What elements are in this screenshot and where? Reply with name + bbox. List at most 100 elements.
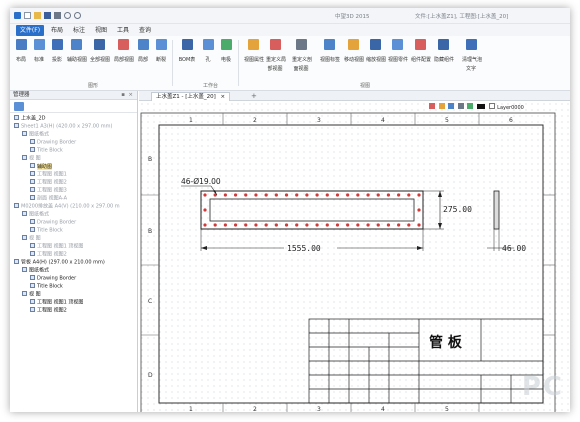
layer-icon[interactable] xyxy=(488,103,495,109)
projection-button[interactable]: 投影 xyxy=(48,39,66,63)
tree-item[interactable]: 图纸格式 xyxy=(22,267,49,274)
redefine-section-button[interactable]: 重定义剖 面视图 xyxy=(292,39,312,72)
filter-icon[interactable] xyxy=(438,103,445,109)
tree-item[interactable]: 工程图 视图1 顶视图 xyxy=(30,299,83,306)
panel-title: 管理器 xyxy=(13,92,30,98)
hole-button[interactable]: 孔 xyxy=(199,39,217,63)
tree-item[interactable]: 视 图 xyxy=(22,235,41,242)
column-label: 5 xyxy=(445,406,449,412)
hide-component-button[interactable]: 隐藏组件 xyxy=(434,39,455,63)
hole-mark xyxy=(223,193,227,197)
hide-component-label: 隐藏组件 xyxy=(434,57,455,63)
all-views-button[interactable]: 全部视图 xyxy=(90,39,110,63)
redefine-section-icon xyxy=(295,39,307,50)
color-swatch-icon[interactable] xyxy=(476,104,485,109)
tree-item[interactable]: Drawing Border xyxy=(30,275,76,282)
print-icon[interactable] xyxy=(54,12,61,19)
detail-view-button[interactable]: 局部视图 xyxy=(114,39,134,63)
panel-close-icon[interactable]: × xyxy=(128,91,133,100)
undo-icon[interactable] xyxy=(64,12,71,19)
tree-item[interactable]: Title Block xyxy=(30,227,63,234)
scale-view-button[interactable]: 缩放视图 xyxy=(366,39,386,63)
tree-item[interactable]: 剖面 视图A-A xyxy=(30,195,67,202)
tree-item[interactable]: 工程图 视图3 xyxy=(30,187,67,194)
hole-mark xyxy=(407,223,411,227)
save-icon[interactable] xyxy=(44,12,51,19)
view-icon[interactable] xyxy=(457,103,464,109)
tree-item[interactable]: 工程图 视图2 xyxy=(30,179,67,186)
tree-item[interactable]: M0200排放盖 A4(V) (210.00 x 297.00 m xyxy=(14,203,120,210)
quick-access-dropdown-icon[interactable] xyxy=(84,12,92,19)
tree-item[interactable]: 上水盖_2D xyxy=(14,115,46,122)
tab-layout[interactable]: 布局 xyxy=(48,25,66,36)
tree-item[interactable]: 工程图 视图1 xyxy=(30,171,67,178)
drawing-canvas[interactable]: Layer0000 1 2 3 4 5 6 1 2 3 4 5 B B C D … xyxy=(139,101,570,412)
watermark-logo: PC xyxy=(521,372,564,402)
tree-item[interactable]: 工程图 视图2 xyxy=(30,307,67,314)
tree-item[interactable]: 图纸格式 xyxy=(22,131,49,138)
view-part-button[interactable]: 视图零件 xyxy=(388,39,408,63)
tab-annotate[interactable]: 标注 xyxy=(70,25,88,36)
document-tab[interactable]: 上水盖Z1 - [上水盖_20] × xyxy=(151,92,231,101)
height-dimension[interactable]: 275.00 xyxy=(423,190,472,230)
close-icon[interactable]: × xyxy=(221,94,226,100)
tube-plate-front-view[interactable] xyxy=(200,190,424,230)
length-dimension[interactable]: 1555.00 xyxy=(200,229,424,253)
tree-item-label: 视 图 xyxy=(29,235,41,242)
hole-mark xyxy=(213,223,217,227)
tree-item[interactable]: Title Block xyxy=(30,283,63,290)
hole-mark xyxy=(203,223,207,227)
sheet-icon xyxy=(14,123,19,128)
hole-mark xyxy=(244,223,248,227)
bom-button[interactable]: BOM表 xyxy=(178,39,196,63)
partial-button[interactable]: 局部 xyxy=(134,39,152,63)
aux-view-button[interactable]: 辅助视图 xyxy=(67,39,87,63)
open-folder-icon[interactable] xyxy=(34,12,41,19)
redo-icon[interactable] xyxy=(74,12,81,19)
tab-tools[interactable]: 工具 xyxy=(114,25,132,36)
move-view-button[interactable]: 移动视图 xyxy=(344,39,364,63)
pick-icon[interactable] xyxy=(448,103,455,109)
assembly-tree-icon[interactable] xyxy=(14,102,24,111)
break-button[interactable]: 断裂 xyxy=(152,39,170,63)
tree-item[interactable]: Sheet1 A3(H) (420.00 x 297.00 mm) xyxy=(14,123,112,130)
tree-item[interactable]: Title Block xyxy=(30,147,63,154)
column-label: 2 xyxy=(253,117,257,124)
tree-item[interactable]: 工程图 视图2 xyxy=(30,251,67,258)
redefine-local-button[interactable]: 重定义局 部视图 xyxy=(266,39,286,72)
tree-item[interactable]: 工程图 视图1 顶视图 xyxy=(30,243,83,250)
new-file-icon[interactable] xyxy=(24,12,31,19)
tube-plate-side-view[interactable]: 46.00 xyxy=(487,190,526,253)
tree-item[interactable]: 辅助图 xyxy=(30,163,53,170)
tree-item[interactable]: 视 图 xyxy=(22,155,41,162)
layout-button[interactable]: 布局 xyxy=(12,39,30,63)
view-label-button[interactable]: 视图标签 xyxy=(320,39,341,63)
hide-icon[interactable] xyxy=(467,103,474,109)
view-icon xyxy=(30,283,35,288)
panel-pin-icon[interactable]: ▪ xyxy=(121,91,125,100)
tree-item[interactable]: Drawing Border xyxy=(30,219,76,226)
tab-query[interactable]: 查询 xyxy=(136,25,154,36)
cleanup-balloon-button[interactable]: 清理气泡 文字 xyxy=(462,39,482,72)
assembly-config-button[interactable]: 组件配置 xyxy=(411,39,431,63)
view-props-button[interactable]: 视图属性 xyxy=(244,39,264,63)
layout-label: 布局 xyxy=(15,57,26,63)
tree-item-label: Title Block xyxy=(37,147,63,154)
snap-icon[interactable] xyxy=(429,103,435,109)
electrode-button[interactable]: 电极 xyxy=(217,39,235,63)
tab-file[interactable]: 文件(F) xyxy=(16,25,44,36)
standard-view-button[interactable]: 标准 xyxy=(30,39,48,63)
tree-item[interactable]: 图纸格式 xyxy=(22,211,49,218)
app-logo-icon[interactable] xyxy=(14,12,21,19)
tree-item[interactable]: Drawing Border xyxy=(30,139,76,146)
hole-mark xyxy=(417,208,421,212)
new-tab-icon[interactable]: + xyxy=(251,92,257,100)
panel-toolbar xyxy=(10,100,137,113)
title-block[interactable] xyxy=(308,318,544,404)
tree-item-label: 视 图 xyxy=(29,155,41,162)
tree-item[interactable]: 管板 A4(H) (297.00 x 210.00 mm) xyxy=(14,259,105,266)
tab-view[interactable]: 视图 xyxy=(92,25,110,36)
bom-icon xyxy=(181,39,193,50)
tree-item[interactable]: 视 图 xyxy=(22,291,41,298)
view-label-label: 视图标签 xyxy=(320,57,341,63)
